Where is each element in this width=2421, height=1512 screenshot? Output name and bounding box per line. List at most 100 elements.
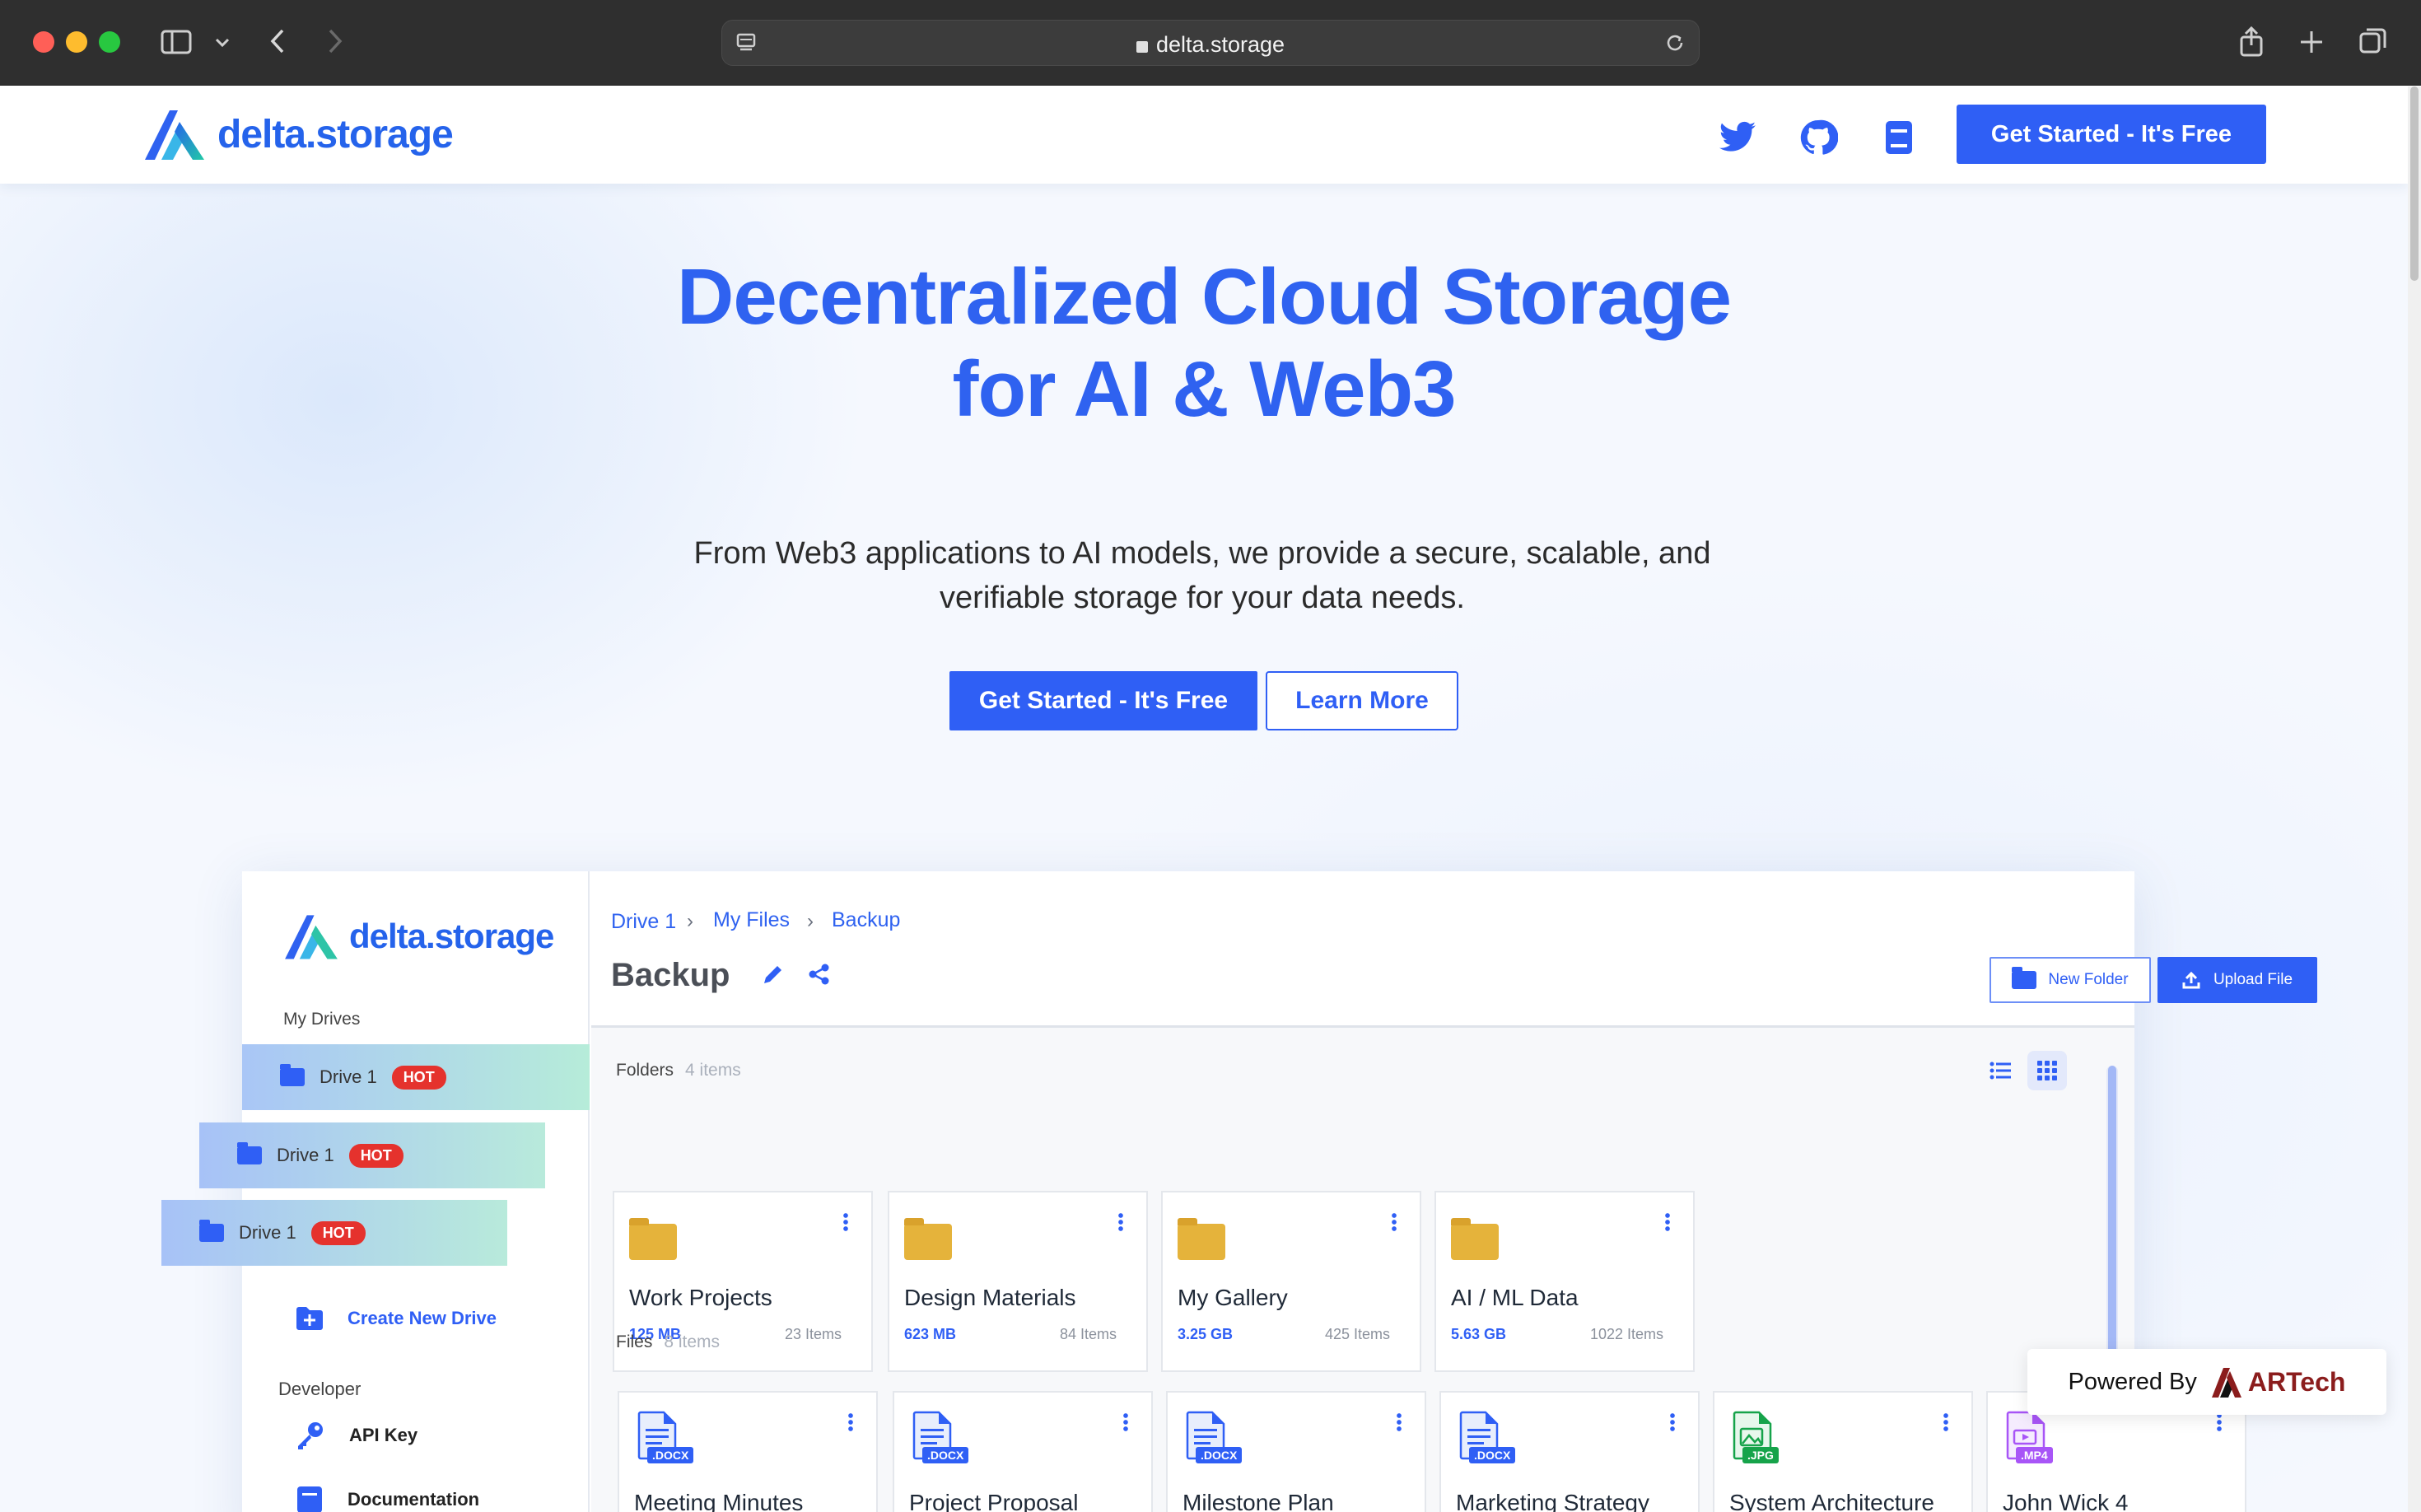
drive-label: Drive 1 bbox=[239, 1222, 296, 1243]
file-type-badge: .MP4 bbox=[2016, 1447, 2053, 1463]
logo-wordmark: delta.storage bbox=[217, 112, 454, 156]
more-options-icon[interactable] bbox=[1670, 1412, 1675, 1432]
sidebar-item-api-key[interactable]: API Key bbox=[295, 1415, 417, 1456]
powered-by-badge[interactable]: Powered By ARTech bbox=[2027, 1349, 2386, 1415]
site-logo[interactable]: delta.storage bbox=[142, 105, 454, 164]
file-card[interactable]: .JPG System Architecture bbox=[1713, 1391, 1973, 1512]
more-options-icon[interactable] bbox=[1118, 1212, 1123, 1232]
upload-file-button[interactable]: Upload File bbox=[2157, 957, 2317, 1003]
page-scrollbar[interactable] bbox=[2408, 86, 2421, 1512]
share-icon[interactable] bbox=[2237, 23, 2266, 59]
sidebar-item-documentation[interactable]: Documentation bbox=[295, 1479, 479, 1512]
folder-name: Work Projects bbox=[629, 1285, 772, 1310]
site-header: delta.storage Get Started - It's Free bbox=[0, 86, 2408, 184]
more-options-icon[interactable] bbox=[1943, 1412, 1948, 1432]
more-options-icon[interactable] bbox=[1392, 1212, 1397, 1232]
folder-card[interactable]: Design Materials 623 MB 84 Items bbox=[888, 1191, 1148, 1372]
back-icon[interactable] bbox=[265, 26, 290, 56]
hero-subtitle-line-2: verifiable storage for your data needs. bbox=[940, 581, 1465, 615]
grid-view-icon[interactable] bbox=[2027, 1051, 2067, 1090]
file-name: Marketing Strategy bbox=[1456, 1490, 1649, 1512]
breadcrumb-item[interactable]: Backup bbox=[832, 908, 900, 932]
api-key-label: API Key bbox=[349, 1425, 418, 1445]
twitter-icon[interactable] bbox=[1718, 118, 1757, 157]
folder-icon bbox=[629, 1218, 677, 1260]
more-options-icon[interactable] bbox=[2217, 1412, 2222, 1432]
forward-icon[interactable] bbox=[323, 26, 348, 56]
file-type-badge: .DOCX bbox=[647, 1447, 694, 1463]
more-options-icon[interactable] bbox=[1665, 1212, 1670, 1232]
app-logo-wordmark: delta.storage bbox=[349, 917, 554, 955]
sidebar-drive-item[interactable]: Drive 1 HOT bbox=[199, 1122, 545, 1188]
file-type-badge: .DOCX bbox=[922, 1447, 969, 1463]
more-options-icon[interactable] bbox=[1123, 1412, 1128, 1432]
address-bar[interactable]: delta.storage bbox=[721, 20, 1700, 66]
drive-folder-icon bbox=[199, 1220, 224, 1242]
folder-card[interactable]: My Gallery 3.25 GB 425 Items bbox=[1161, 1191, 1421, 1372]
file-card[interactable]: .DOCX Marketing Strategy bbox=[1439, 1391, 1700, 1512]
drive-folder-icon bbox=[237, 1142, 262, 1164]
page-scroll-thumb[interactable] bbox=[2410, 86, 2419, 281]
browser-toolbar: delta.storage bbox=[0, 0, 2421, 86]
close-window-button[interactable] bbox=[33, 31, 54, 53]
folder-name: My Gallery bbox=[1178, 1285, 1288, 1310]
new-folder-button[interactable]: New Folder bbox=[1990, 957, 2151, 1003]
developer-heading: Developer bbox=[278, 1379, 362, 1399]
hero-subtitle: From Web3 applications to AI models, we … bbox=[634, 536, 1770, 620]
folder-icon bbox=[2012, 967, 2037, 989]
folder-size: 5.63 GB bbox=[1451, 1326, 1507, 1342]
file-name: Milestone Plan bbox=[1183, 1490, 1334, 1512]
delta-logo-icon bbox=[285, 915, 338, 959]
folder-card[interactable]: AI / ML Data 5.63 GB 1022 Items bbox=[1434, 1191, 1695, 1372]
files-label: Files bbox=[616, 1332, 653, 1351]
folder-icon bbox=[904, 1218, 952, 1260]
more-options-icon[interactable] bbox=[843, 1212, 848, 1232]
list-view-icon[interactable] bbox=[1988, 1057, 2014, 1088]
file-name: Meeting Minutes bbox=[634, 1490, 804, 1512]
documentation-icon bbox=[297, 1486, 322, 1512]
share-nodes-icon[interactable] bbox=[807, 962, 832, 991]
file-card[interactable]: .DOCX Milestone Plan bbox=[1166, 1391, 1426, 1512]
reload-icon[interactable] bbox=[1663, 30, 1687, 55]
create-new-drive-label: Create New Drive bbox=[348, 1308, 497, 1328]
new-folder-label: New Folder bbox=[2048, 971, 2129, 988]
header-get-started-button[interactable]: Get Started - It's Free bbox=[1957, 105, 2266, 164]
chevron-right-icon: › bbox=[807, 910, 814, 932]
drive-folder-icon bbox=[280, 1064, 305, 1086]
folder-size: 623 MB bbox=[904, 1326, 957, 1342]
file-card[interactable]: .DOCX Project Proposal bbox=[893, 1391, 1153, 1512]
more-options-icon[interactable] bbox=[1397, 1412, 1402, 1432]
file-name: Project Proposal bbox=[909, 1490, 1079, 1512]
app-logo: delta.storage bbox=[280, 911, 554, 962]
more-options-icon[interactable] bbox=[848, 1412, 853, 1432]
files-count: 8 items bbox=[664, 1332, 721, 1351]
edit-pencil-icon[interactable] bbox=[761, 962, 786, 991]
hero-title: Decentralized Cloud Storage for AI & Web… bbox=[0, 251, 2408, 436]
powered-by-label: Powered By bbox=[2068, 1368, 2197, 1395]
hero-get-started-button[interactable]: Get Started - It's Free bbox=[949, 671, 1257, 730]
key-icon bbox=[298, 1422, 323, 1449]
delta-logo-icon bbox=[145, 110, 204, 160]
tab-overview-icon[interactable] bbox=[2357, 25, 2390, 58]
docs-book-icon[interactable] bbox=[1879, 118, 1919, 157]
github-icon[interactable] bbox=[1798, 118, 1839, 157]
documentation-label: Documentation bbox=[348, 1489, 480, 1510]
file-name: System Architecture bbox=[1729, 1490, 1934, 1512]
breadcrumb-item[interactable]: Drive 1 bbox=[611, 910, 676, 934]
sidebar-drive-item[interactable]: Drive 1 HOT bbox=[161, 1200, 507, 1266]
file-card[interactable]: .DOCX Meeting Minutes bbox=[618, 1391, 878, 1512]
chevron-down-icon[interactable] bbox=[212, 33, 232, 53]
folder-item-count: 1022 Items bbox=[1589, 1326, 1663, 1342]
breadcrumb-item[interactable]: My Files bbox=[713, 908, 790, 932]
learn-more-button[interactable]: Learn More bbox=[1266, 671, 1458, 730]
new-tab-icon[interactable] bbox=[2296, 26, 2327, 58]
artech-logo-icon bbox=[2211, 1368, 2241, 1398]
sidebar-toggle-icon[interactable] bbox=[160, 28, 193, 56]
maximize-window-button[interactable] bbox=[99, 31, 120, 53]
page-content: delta.storage Get Started - It's Free De… bbox=[0, 86, 2421, 1512]
minimize-window-button[interactable] bbox=[66, 31, 87, 53]
create-new-drive-button[interactable]: Create New Drive bbox=[295, 1298, 497, 1339]
sidebar-drive-item[interactable]: Drive 1 HOT bbox=[242, 1044, 590, 1110]
url-text: delta.storage bbox=[722, 32, 1699, 58]
folder-icon bbox=[1178, 1218, 1225, 1260]
